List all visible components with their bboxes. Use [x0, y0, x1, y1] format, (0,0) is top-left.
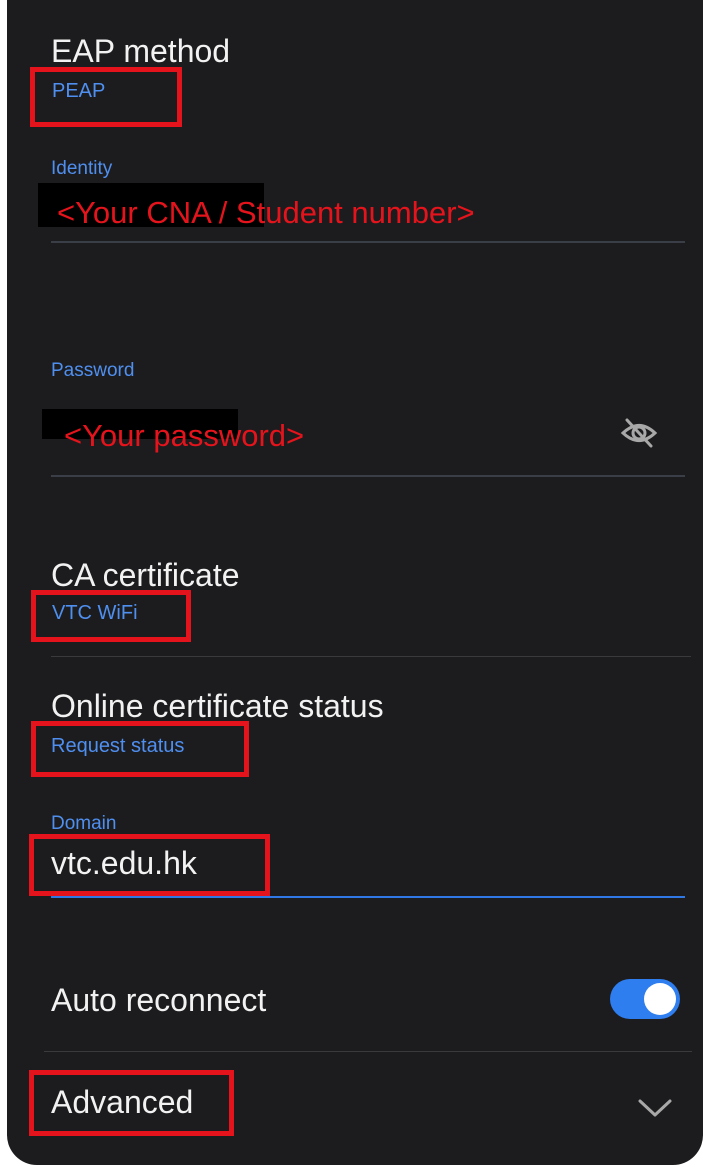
toggle-knob	[644, 983, 676, 1015]
divider	[44, 1051, 692, 1052]
chevron-down-icon[interactable]	[637, 1097, 673, 1119]
auto-reconnect-toggle[interactable]	[610, 979, 680, 1019]
ocsp-title[interactable]: Online certificate status	[51, 688, 384, 725]
identity-underline	[51, 241, 685, 243]
domain-label: Domain	[51, 813, 117, 834]
wifi-eap-settings-panel: EAP method PEAP Identity <Your CNA / Stu…	[7, 0, 703, 1165]
highlight-box-ca	[31, 590, 191, 642]
password-label: Password	[51, 360, 135, 381]
domain-underline	[51, 896, 685, 898]
highlight-box-eap	[30, 67, 182, 127]
highlight-box-ocsp	[31, 721, 249, 777]
highlight-box-domain	[29, 834, 270, 896]
ca-certificate-title[interactable]: CA certificate	[51, 557, 240, 594]
eap-method-title[interactable]: EAP method	[51, 33, 230, 70]
highlight-box-advanced	[29, 1070, 234, 1136]
eye-off-icon[interactable]	[619, 416, 659, 450]
password-underline	[51, 475, 685, 477]
divider	[51, 656, 691, 657]
identity-input[interactable]: <Your CNA / Student number>	[57, 195, 475, 231]
password-input[interactable]: <Your password>	[64, 418, 304, 454]
auto-reconnect-label: Auto reconnect	[51, 982, 267, 1018]
identity-label: Identity	[51, 158, 113, 179]
